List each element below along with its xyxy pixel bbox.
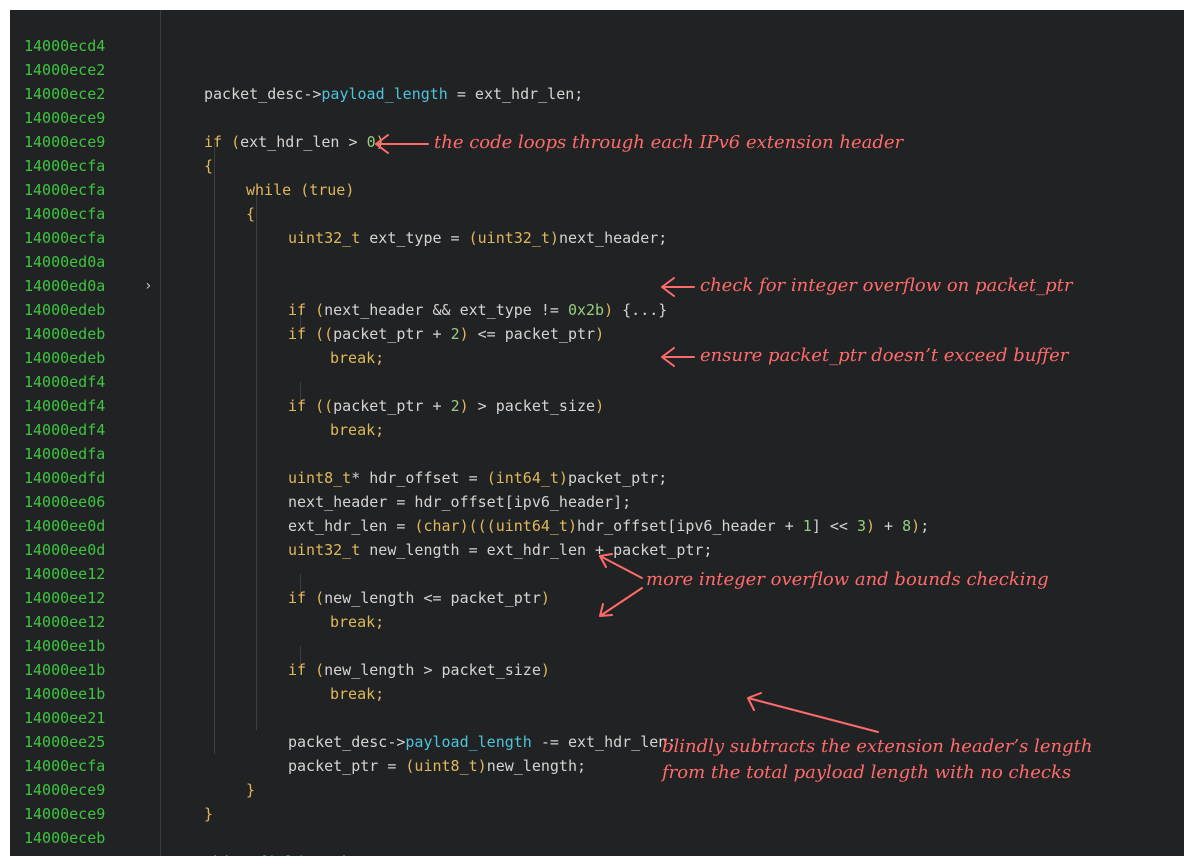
arrow-more-down xyxy=(599,587,643,617)
arrow-overflow xyxy=(661,277,695,297)
annotation-loop: the code loops through each IPv6 extensi… xyxy=(434,132,904,153)
arrow-loop xyxy=(375,134,429,154)
arrow-bounds xyxy=(661,347,695,367)
annotation-bounds: ensure packet_ptr doesn’t exceed buffer xyxy=(700,345,1069,366)
annotation-blind-line-1: blindly subtracts the extension header’s… xyxy=(662,736,1093,757)
arrow-more-up xyxy=(599,553,643,579)
annotation-overflow: check for integer overflow on packet_ptr xyxy=(700,275,1073,296)
arrow-blind xyxy=(747,692,879,733)
annotation-more: more integer overflow and bounds checkin… xyxy=(646,569,1049,590)
annotation-blind-line-2: from the total payload length with no ch… xyxy=(662,762,1072,783)
decompiler-view: 14000ecd4 14000ece2 packet_desc->payload… xyxy=(10,10,1184,856)
